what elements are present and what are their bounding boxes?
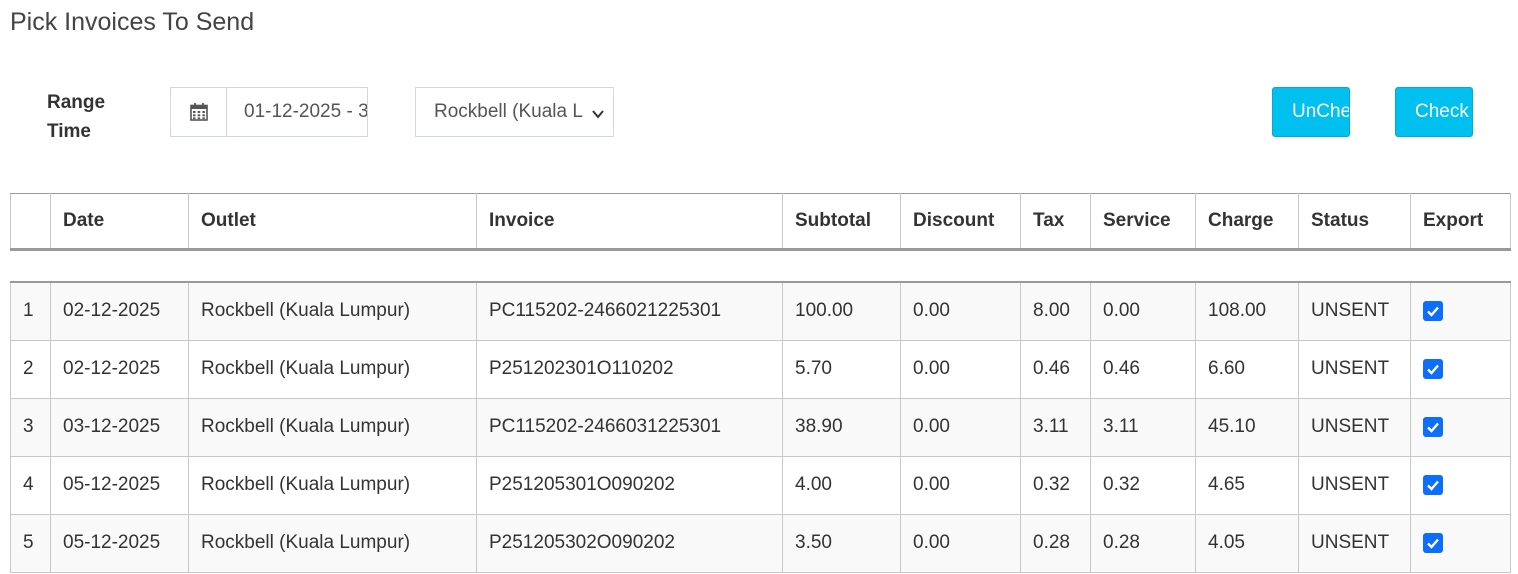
page-title: Pick Invoices To Send [10, 8, 255, 36]
invoice-cell: PC115202-2466021225301 [476, 281, 783, 341]
column-header-charge[interactable]: Charge [1195, 193, 1299, 251]
subtotal-cell: 4.00 [782, 455, 901, 515]
charge-cell: 4.65 [1195, 455, 1299, 515]
date-range-picker[interactable] [170, 87, 368, 137]
column-header-date[interactable]: Date [50, 193, 189, 251]
row-index: 5 [10, 513, 51, 573]
calendar-icon[interactable] [171, 88, 227, 136]
charge-cell: 4.05 [1195, 513, 1299, 573]
date-cell: 02-12-2025 [50, 339, 189, 399]
table-row[interactable]: 3 03-12-2025 Rockbell (Kuala Lumpur) PC1152… [10, 397, 1511, 457]
discount-cell: 0.00 [900, 281, 1021, 341]
export-cell [1410, 281, 1511, 341]
status-cell: UNSENT [1298, 397, 1411, 457]
check-all-button[interactable]: Check All [1395, 87, 1473, 137]
table-row[interactable]: 1 02-12-2025 Rockbell (Kuala Lumpur) PC1152… [10, 281, 1511, 341]
discount-cell: 0.00 [900, 339, 1021, 399]
tax-cell: 0.28 [1020, 513, 1091, 573]
tax-cell: 8.00 [1020, 281, 1091, 341]
invoice-cell: P251205301O090202 [476, 455, 783, 515]
export-cell [1410, 339, 1511, 399]
status-cell: UNSENT [1298, 281, 1411, 341]
service-cell: 3.11 [1090, 397, 1196, 457]
outlet-cell: Rockbell (Kuala Lumpur) [188, 397, 477, 457]
table-row[interactable]: 4 05-12-2025 Rockbell (Kuala Lumpur) P25120… [10, 455, 1511, 515]
column-header-tax[interactable]: Tax [1020, 193, 1091, 251]
status-cell: UNSENT [1298, 513, 1411, 573]
charge-cell: 6.60 [1195, 339, 1299, 399]
column-header-outlet[interactable]: Outlet [188, 193, 477, 251]
service-cell: 0.46 [1090, 339, 1196, 399]
service-cell: 0.32 [1090, 455, 1196, 515]
invoice-table-body: 1 02-12-2025 Rockbell (Kuala Lumpur) PC1152… [10, 281, 1511, 573]
table-row[interactable]: 5 05-12-2025 Rockbell (Kuala Lumpur) P25120… [10, 513, 1511, 573]
invoice-cell: PC115202-2466031225301 [476, 397, 783, 457]
charge-cell: 108.00 [1195, 281, 1299, 341]
column-header-status[interactable]: Status [1298, 193, 1411, 251]
column-header-subtotal[interactable]: Subtotal [782, 193, 901, 251]
row-index: 2 [10, 339, 51, 399]
column-header-invoice[interactable]: Invoice [476, 193, 783, 251]
export-cell [1410, 513, 1511, 573]
charge-cell: 45.10 [1195, 397, 1299, 457]
subtotal-cell: 3.50 [782, 513, 901, 573]
row-index: 4 [10, 455, 51, 515]
outlet-cell: Rockbell (Kuala Lumpur) [188, 281, 477, 341]
export-checkbox[interactable] [1423, 532, 1443, 553]
column-header-export[interactable]: Export [1410, 193, 1511, 251]
tax-cell: 0.32 [1020, 455, 1091, 515]
column-header-discount[interactable]: Discount [900, 193, 1021, 251]
row-index: 1 [10, 281, 51, 341]
chevron-down-icon [591, 105, 605, 127]
export-checkbox[interactable] [1423, 474, 1443, 495]
outlet-select-value: Rockbell (Kuala Lumpur) [434, 101, 584, 122]
column-header-service[interactable]: Service [1090, 193, 1196, 251]
discount-cell: 0.00 [900, 513, 1021, 573]
uncheck-all-button[interactable]: UnCheck All [1272, 87, 1350, 137]
export-cell [1410, 455, 1511, 515]
export-checkbox[interactable] [1423, 358, 1443, 379]
date-cell: 05-12-2025 [50, 513, 189, 573]
row-index: 3 [10, 397, 51, 457]
date-cell: 02-12-2025 [50, 281, 189, 341]
invoice-table-header: Date Outlet Invoice Subtotal Discount Ta… [10, 193, 1511, 251]
outlet-cell: Rockbell (Kuala Lumpur) [188, 455, 477, 515]
subtotal-cell: 38.90 [782, 397, 901, 457]
date-cell: 05-12-2025 [50, 455, 189, 515]
service-cell: 0.00 [1090, 281, 1196, 341]
outlet-cell: Rockbell (Kuala Lumpur) [188, 339, 477, 399]
discount-cell: 0.00 [900, 455, 1021, 515]
subtotal-cell: 5.70 [782, 339, 901, 399]
invoice-cell: P251205302O090202 [476, 513, 783, 573]
date-cell: 03-12-2025 [50, 397, 189, 457]
status-cell: UNSENT [1298, 339, 1411, 399]
range-time-label: Range Time [47, 92, 106, 142]
table-row[interactable]: 2 02-12-2025 Rockbell (Kuala Lumpur) P25120… [10, 339, 1511, 399]
invoice-cell: P251202301O110202 [476, 339, 783, 399]
subtotal-cell: 100.00 [782, 281, 901, 341]
tax-cell: 0.46 [1020, 339, 1091, 399]
export-checkbox[interactable] [1423, 301, 1443, 322]
date-range-input[interactable] [227, 88, 367, 136]
export-cell [1410, 397, 1511, 457]
tax-cell: 3.11 [1020, 397, 1091, 457]
column-header-index[interactable] [10, 193, 51, 251]
export-checkbox[interactable] [1423, 416, 1443, 437]
service-cell: 0.28 [1090, 513, 1196, 573]
status-cell: UNSENT [1298, 455, 1411, 515]
discount-cell: 0.00 [900, 397, 1021, 457]
outlet-cell: Rockbell (Kuala Lumpur) [188, 513, 477, 573]
outlet-select[interactable]: Rockbell (Kuala Lumpur) [415, 87, 614, 137]
